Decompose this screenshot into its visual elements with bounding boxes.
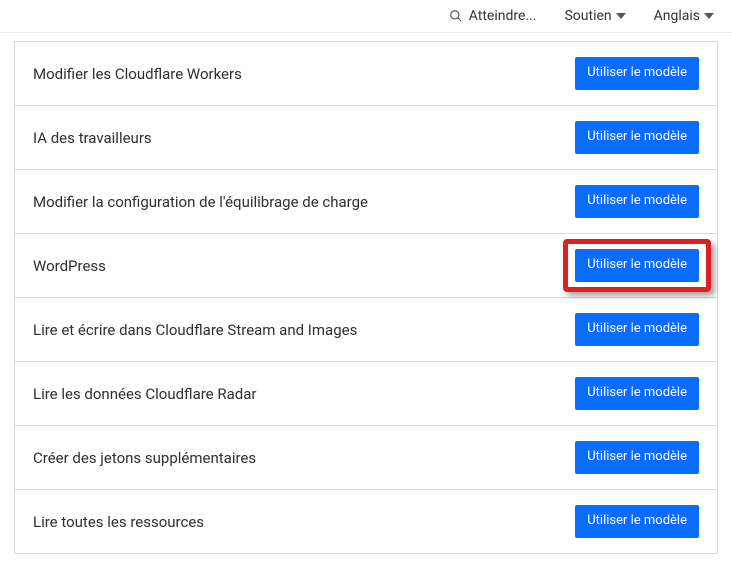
use-template-button[interactable]: Utiliser le modèle — [575, 57, 699, 90]
language-dropdown[interactable]: Anglais — [654, 8, 714, 24]
search-icon — [449, 9, 463, 23]
use-template-button[interactable]: Utiliser le modèle — [575, 121, 699, 154]
search-label: Atteindre... — [469, 8, 537, 24]
row-label: Lire les données Cloudflare Radar — [33, 385, 256, 403]
table-row: Lire et écrire dans Cloudflare Stream an… — [15, 298, 717, 362]
use-template-button[interactable]: Utiliser le modèle — [575, 505, 699, 538]
table-row: Modifier les Cloudflare Workers Utiliser … — [15, 42, 717, 106]
chevron-down-icon — [616, 13, 626, 19]
row-label: WordPress — [33, 257, 106, 275]
table-row: IA des travailleurs Utiliser le modèle — [15, 106, 717, 170]
use-template-button[interactable]: Utiliser le modèle — [575, 441, 699, 474]
support-dropdown[interactable]: Soutien — [564, 8, 625, 24]
row-label: Lire et écrire dans Cloudflare Stream an… — [33, 321, 357, 339]
row-label: Modifier les Cloudflare Workers — [33, 65, 242, 83]
use-template-button[interactable]: Utiliser le modèle — [575, 377, 699, 410]
language-label: Anglais — [654, 8, 700, 24]
row-label: Modifier la configuration de l'équilibra… — [33, 193, 368, 211]
use-template-button[interactable]: Utiliser le modèle — [575, 185, 699, 218]
table-row: Lire les données Cloudflare Radar Utilise… — [15, 362, 717, 426]
table-row: Modifier la configuration de l'équilibra… — [15, 170, 717, 234]
use-template-button[interactable]: Utiliser le modèle — [575, 313, 699, 346]
row-label: Lire toutes les ressources — [33, 513, 204, 531]
table-row: Créer des jetons supplémentaires Utiliser… — [15, 426, 717, 490]
top-bar: Atteindre... Soutien Anglais — [0, 0, 732, 33]
template-list: Modifier les Cloudflare Workers Utiliser … — [14, 41, 718, 554]
row-label: Créer des jetons supplémentaires — [33, 449, 256, 467]
table-row: Lire toutes les ressources Utiliser le mo… — [15, 490, 717, 554]
chevron-down-icon — [704, 13, 714, 19]
use-template-button[interactable]: Utiliser le modèle — [575, 249, 699, 282]
search-button[interactable]: Atteindre... — [449, 8, 537, 24]
table-row: WordPress Utiliser le modèle — [15, 234, 717, 298]
row-label: IA des travailleurs — [33, 129, 152, 147]
support-label: Soutien — [564, 8, 611, 24]
